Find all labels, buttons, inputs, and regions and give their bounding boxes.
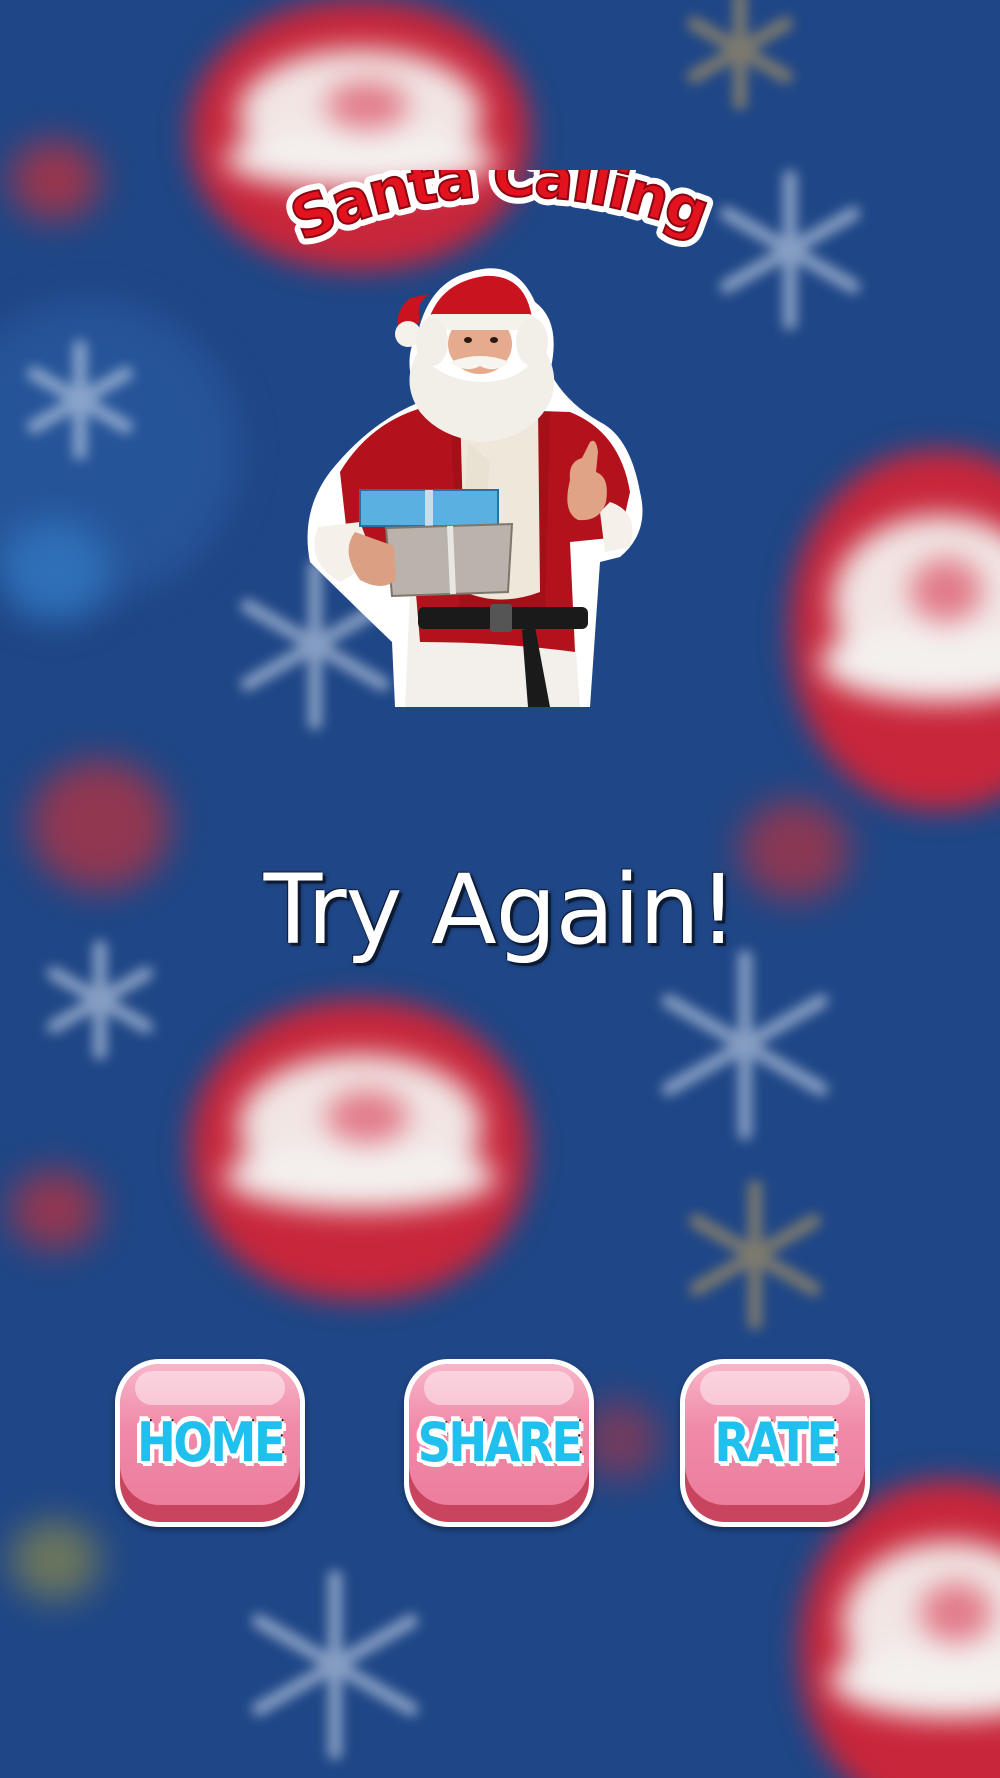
home-button-label: HOME	[135, 1409, 287, 1476]
result-message: Try Again!	[263, 854, 738, 966]
home-button[interactable]: HOME	[115, 1359, 305, 1527]
rate-button[interactable]: RATE	[680, 1359, 870, 1527]
svg-text:Santa Calling: Santa Calling	[282, 170, 717, 254]
app-title: Santa Calling	[281, 170, 720, 255]
santa-illustration	[307, 268, 643, 707]
share-button[interactable]: SHARE	[404, 1359, 594, 1527]
share-button-label: SHARE	[416, 1409, 585, 1476]
game-over-screen: Santa Calling Santa Calling Try Again! H…	[0, 0, 1000, 1778]
rate-button-label: RATE	[713, 1409, 840, 1476]
